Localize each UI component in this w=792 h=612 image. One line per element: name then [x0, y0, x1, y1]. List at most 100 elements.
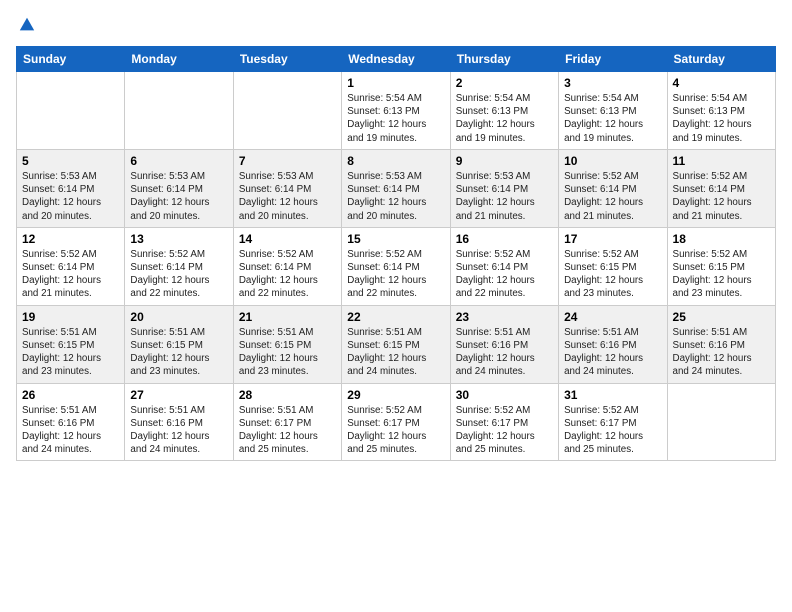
calendar-week-row: 26Sunrise: 5:51 AM Sunset: 6:16 PM Dayli…	[17, 383, 776, 461]
day-info: Sunrise: 5:52 AM Sunset: 6:15 PM Dayligh…	[564, 248, 661, 301]
day-number: 28	[239, 388, 336, 402]
day-number: 30	[456, 388, 553, 402]
day-of-week-header: Wednesday	[342, 47, 450, 72]
day-number: 29	[347, 388, 444, 402]
calendar-cell: 12Sunrise: 5:52 AM Sunset: 6:14 PM Dayli…	[17, 227, 125, 305]
page-header	[16, 16, 776, 34]
day-number: 27	[130, 388, 227, 402]
day-info: Sunrise: 5:54 AM Sunset: 6:13 PM Dayligh…	[673, 92, 770, 145]
day-number: 8	[347, 154, 444, 168]
day-number: 31	[564, 388, 661, 402]
calendar-cell: 23 Sunrise: 5:51 AM Sunset: 6:16 PM Dayli…	[450, 305, 558, 383]
day-info: Sunrise: 5:53 AM Sunset: 6:14 PM Dayligh…	[456, 170, 553, 223]
day-of-week-header: Saturday	[667, 47, 775, 72]
day-info: Sunrise: 5:52 AM Sunset: 6:14 PM Dayligh…	[564, 170, 661, 223]
calendar-cell: 18Sunrise: 5:52 AM Sunset: 6:15 PM Dayli…	[667, 227, 775, 305]
day-number: 13	[130, 232, 227, 246]
calendar-cell: 25 Sunrise: 5:51 AM Sunset: 6:16 PM Dayli…	[667, 305, 775, 383]
day-number: 15	[347, 232, 444, 246]
day-info: Sunrise: 5:54 AM Sunset: 6:13 PM Dayligh…	[347, 92, 444, 145]
day-info: Sunrise: 5:51 AM Sunset: 6:15 PM Dayligh…	[347, 326, 444, 379]
day-number: 10	[564, 154, 661, 168]
calendar-cell: 6 Sunrise: 5:53 AM Sunset: 6:14 PM Daylig…	[125, 149, 233, 227]
day-of-week-header: Monday	[125, 47, 233, 72]
day-info: Sunrise: 5:52 AM Sunset: 6:17 PM Dayligh…	[564, 404, 661, 457]
day-info: Sunrise: 5:53 AM Sunset: 6:14 PM Dayligh…	[239, 170, 336, 223]
calendar-cell: 17Sunrise: 5:52 AM Sunset: 6:15 PM Dayli…	[559, 227, 667, 305]
logo-icon	[18, 16, 36, 34]
calendar-cell: 1 Sunrise: 5:54 AM Sunset: 6:13 PM Daylig…	[342, 72, 450, 150]
day-number: 7	[239, 154, 336, 168]
day-number: 25	[673, 310, 770, 324]
calendar-cell: 14Sunrise: 5:52 AM Sunset: 6:14 PM Dayli…	[233, 227, 341, 305]
day-info: Sunrise: 5:53 AM Sunset: 6:14 PM Dayligh…	[22, 170, 119, 223]
day-number: 9	[456, 154, 553, 168]
calendar-cell: 21 Sunrise: 5:51 AM Sunset: 6:15 PM Dayli…	[233, 305, 341, 383]
day-info: Sunrise: 5:54 AM Sunset: 6:13 PM Dayligh…	[564, 92, 661, 145]
calendar-cell: 26Sunrise: 5:51 AM Sunset: 6:16 PM Dayli…	[17, 383, 125, 461]
day-info: Sunrise: 5:52 AM Sunset: 6:14 PM Dayligh…	[673, 170, 770, 223]
calendar-cell: 22 Sunrise: 5:51 AM Sunset: 6:15 PM Dayli…	[342, 305, 450, 383]
calendar-cell: 8 Sunrise: 5:53 AM Sunset: 6:14 PM Daylig…	[342, 149, 450, 227]
day-info: Sunrise: 5:51 AM Sunset: 6:15 PM Dayligh…	[239, 326, 336, 379]
day-info: Sunrise: 5:52 AM Sunset: 6:17 PM Dayligh…	[456, 404, 553, 457]
day-info: Sunrise: 5:51 AM Sunset: 6:15 PM Dayligh…	[22, 326, 119, 379]
calendar-week-row: 1 Sunrise: 5:54 AM Sunset: 6:13 PM Daylig…	[17, 72, 776, 150]
calendar-week-row: 12 Sunrise: 5:52 AM Sunset: 6:14 PM Dayli…	[17, 227, 776, 305]
calendar-cell	[17, 72, 125, 150]
day-number: 20	[130, 310, 227, 324]
day-number: 23	[456, 310, 553, 324]
day-info: Sunrise: 5:51 AM Sunset: 6:15 PM Dayligh…	[130, 326, 227, 379]
calendar-cell: 28 Sunrise: 5:51 AM Sunset: 6:17 PM Dayli…	[233, 383, 341, 461]
calendar-cell: 24Sunrise: 5:51 AM Sunset: 6:16 PM Dayli…	[559, 305, 667, 383]
day-number: 12	[22, 232, 119, 246]
day-number: 2	[456, 76, 553, 90]
calendar-table: SundayMondayTuesdayWednesdayThursdayFrid…	[16, 46, 776, 461]
day-of-week-header: Sunday	[17, 47, 125, 72]
calendar-cell: 20 Sunrise: 5:51 AM Sunset: 6:15 PM Dayli…	[125, 305, 233, 383]
day-info: Sunrise: 5:52 AM Sunset: 6:14 PM Dayligh…	[456, 248, 553, 301]
calendar-cell: 30 Sunrise: 5:52 AM Sunset: 6:17 PM Dayli…	[450, 383, 558, 461]
calendar-cell: 15 Sunrise: 5:52 AM Sunset: 6:14 PM Dayli…	[342, 227, 450, 305]
calendar-cell	[233, 72, 341, 150]
calendar-cell: 9 Sunrise: 5:53 AM Sunset: 6:14 PM Daylig…	[450, 149, 558, 227]
day-info: Sunrise: 5:51 AM Sunset: 6:17 PM Dayligh…	[239, 404, 336, 457]
calendar-cell: 27 Sunrise: 5:51 AM Sunset: 6:16 PM Dayli…	[125, 383, 233, 461]
day-number: 22	[347, 310, 444, 324]
day-number: 3	[564, 76, 661, 90]
calendar-week-row: 5 Sunrise: 5:53 AM Sunset: 6:14 PM Daylig…	[17, 149, 776, 227]
day-info: Sunrise: 5:52 AM Sunset: 6:14 PM Dayligh…	[347, 248, 444, 301]
day-number: 16	[456, 232, 553, 246]
day-number: 21	[239, 310, 336, 324]
day-number: 19	[22, 310, 119, 324]
calendar-cell: 13 Sunrise: 5:52 AM Sunset: 6:14 PM Dayli…	[125, 227, 233, 305]
day-info: Sunrise: 5:51 AM Sunset: 6:16 PM Dayligh…	[22, 404, 119, 457]
day-of-week-header: Tuesday	[233, 47, 341, 72]
day-info: Sunrise: 5:53 AM Sunset: 6:14 PM Dayligh…	[130, 170, 227, 223]
day-number: 18	[673, 232, 770, 246]
day-info: Sunrise: 5:54 AM Sunset: 6:13 PM Dayligh…	[456, 92, 553, 145]
day-info: Sunrise: 5:53 AM Sunset: 6:14 PM Dayligh…	[347, 170, 444, 223]
calendar-cell: 11Sunrise: 5:52 AM Sunset: 6:14 PM Dayli…	[667, 149, 775, 227]
calendar-cell: 7 Sunrise: 5:53 AM Sunset: 6:14 PM Daylig…	[233, 149, 341, 227]
day-number: 4	[673, 76, 770, 90]
day-number: 6	[130, 154, 227, 168]
day-info: Sunrise: 5:51 AM Sunset: 6:16 PM Dayligh…	[456, 326, 553, 379]
logo	[16, 16, 36, 34]
calendar-cell: 16 Sunrise: 5:52 AM Sunset: 6:14 PM Dayli…	[450, 227, 558, 305]
day-info: Sunrise: 5:52 AM Sunset: 6:14 PM Dayligh…	[130, 248, 227, 301]
day-info: Sunrise: 5:52 AM Sunset: 6:14 PM Dayligh…	[239, 248, 336, 301]
day-number: 1	[347, 76, 444, 90]
calendar-week-row: 19 Sunrise: 5:51 AM Sunset: 6:15 PM Dayli…	[17, 305, 776, 383]
day-of-week-header: Thursday	[450, 47, 558, 72]
calendar-cell: 29 Sunrise: 5:52 AM Sunset: 6:17 PM Dayli…	[342, 383, 450, 461]
day-of-week-header: Friday	[559, 47, 667, 72]
calendar-cell: 10 Sunrise: 5:52 AM Sunset: 6:14 PM Dayli…	[559, 149, 667, 227]
day-info: Sunrise: 5:52 AM Sunset: 6:17 PM Dayligh…	[347, 404, 444, 457]
day-info: Sunrise: 5:51 AM Sunset: 6:16 PM Dayligh…	[673, 326, 770, 379]
day-number: 5	[22, 154, 119, 168]
calendar-cell: 4 Sunrise: 5:54 AM Sunset: 6:13 PM Daylig…	[667, 72, 775, 150]
calendar-cell: 2 Sunrise: 5:54 AM Sunset: 6:13 PM Daylig…	[450, 72, 558, 150]
day-info: Sunrise: 5:51 AM Sunset: 6:16 PM Dayligh…	[130, 404, 227, 457]
calendar-cell: 3 Sunrise: 5:54 AM Sunset: 6:13 PM Daylig…	[559, 72, 667, 150]
